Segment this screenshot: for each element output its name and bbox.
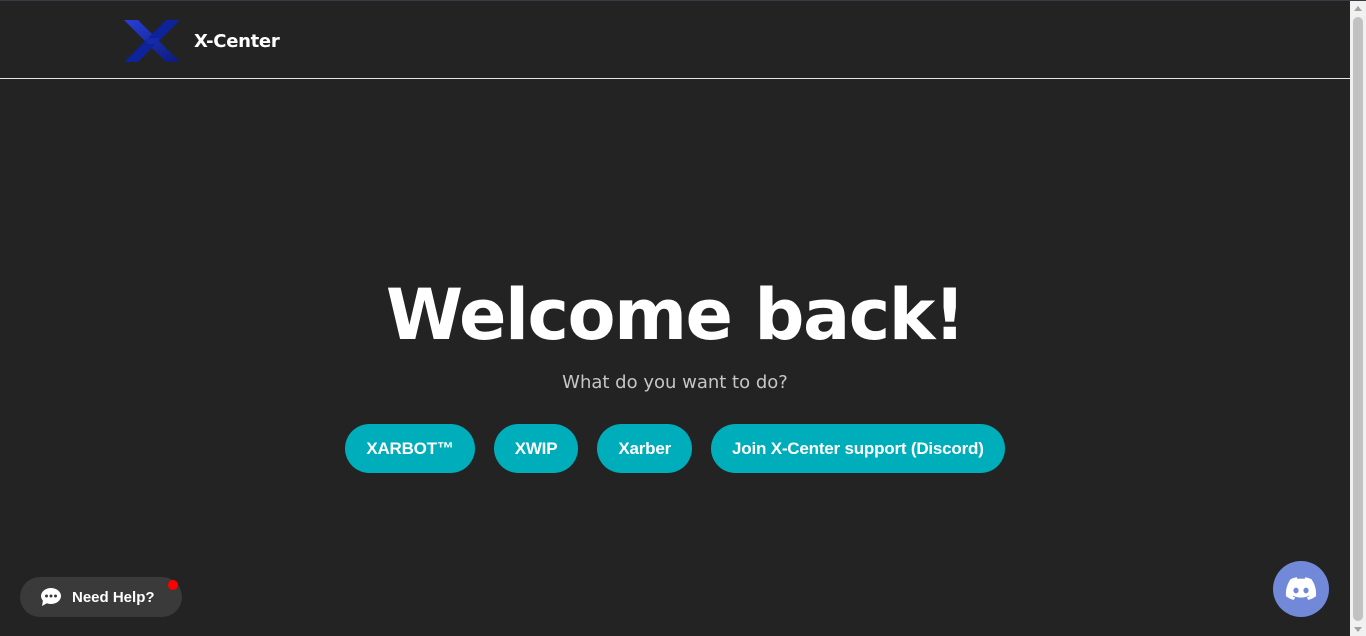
x-logo-icon xyxy=(124,20,180,62)
vertical-scrollbar[interactable] xyxy=(1350,1,1366,636)
need-help-label: Need Help? xyxy=(72,588,155,606)
chat-bubble-icon xyxy=(41,588,61,606)
page-title: Welcome back! xyxy=(385,274,966,356)
xarber-button[interactable]: Xarber xyxy=(597,424,693,473)
page: X-Center Welcome back! What do you want … xyxy=(0,0,1366,636)
discord-widget-button[interactable] xyxy=(1273,561,1329,617)
page-subtitle: What do you want to do? xyxy=(562,372,788,393)
brand-link[interactable]: X-Center xyxy=(122,18,280,64)
xarbot-button[interactable]: XARBOT™ xyxy=(345,424,475,473)
navbar: X-Center xyxy=(0,1,1350,79)
discord-icon xyxy=(1285,577,1317,600)
need-help-button[interactable]: Need Help? xyxy=(20,577,182,617)
hero: Welcome back! What do you want to do? XA… xyxy=(0,271,1350,473)
scroll-up-arrow-icon[interactable] xyxy=(1354,6,1362,11)
brand-name: X-Center xyxy=(194,30,280,52)
scroll-down-arrow-icon[interactable] xyxy=(1354,627,1362,632)
notification-dot xyxy=(168,580,178,590)
xwip-button[interactable]: XWIP xyxy=(493,424,579,473)
scrollbar-thumb[interactable] xyxy=(1353,17,1363,621)
join-discord-support-button[interactable]: Join X-Center support (Discord) xyxy=(711,424,1005,473)
action-buttons: XARBOT™ XWIP Xarber Join X-Center suppor… xyxy=(0,424,1350,473)
